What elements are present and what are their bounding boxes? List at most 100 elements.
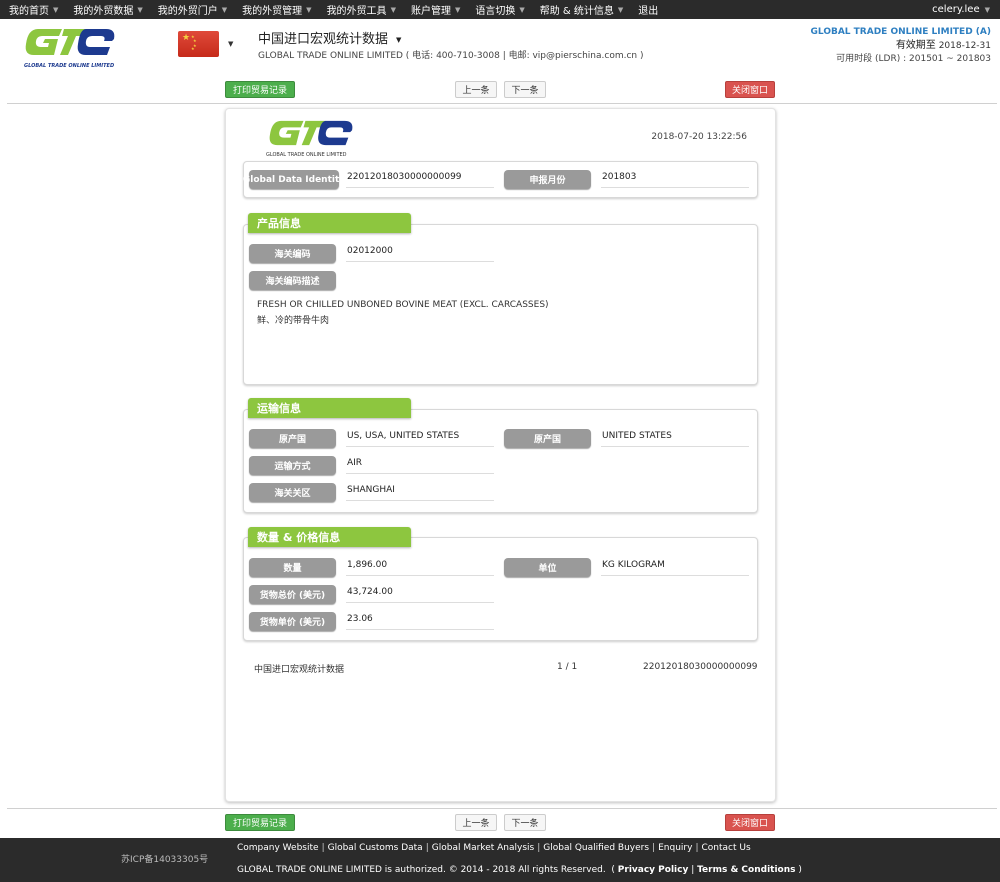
transport-mode-label: 运输方式 [249,456,336,475]
close-window-button[interactable]: 关闭窗口 [725,81,775,98]
valid-until-date: 2018-12-31 [938,41,991,51]
copyright: GLOBAL TRADE ONLINE LIMITED is authorize… [237,865,802,875]
document-source: 中国进口宏观统计数据 [254,665,345,675]
username: celery.lee [932,4,980,15]
nav-label: 语言切换 [475,6,516,17]
document-logo: GLOBAL TRADE ONLINE LIMITED [266,119,356,158]
nav-label: 我的外贸管理 [242,6,303,17]
prev-record-button-bottom[interactable]: 上一条 [455,814,497,831]
top-nav-bar: 我的首页 ▼ 我的外贸数据 ▼ 我的外贸门户 ▼ 我的外贸管理 ▼ 我的外贸工具 ▼ 账户… [0,0,1000,19]
period-value: 201501 ~ 201803 [909,54,991,64]
separator: | [652,843,656,853]
separator: | [321,843,325,853]
company-contact: GLOBAL TRADE ONLINE LIMITED ( 电话: 400-71… [258,51,644,61]
prev-record-button[interactable]: 上一条 [455,81,497,98]
nav-label: 账户管理 [410,6,451,17]
nav-item-logout[interactable]: 退出 [629,0,664,19]
account-company: GLOBAL TRADE ONLINE LIMITED (A) [810,27,991,37]
print-record-button[interactable]: 打印贸易记录 [225,81,295,98]
chevron-down-icon: ▼ [221,5,228,14]
site-footer: 苏ICP备14033305号 Company Website | Global Cu… [0,838,1000,882]
quantity-price-box: 数量 1,896.00 单位 KG KILOGRAM 货物总价 (美元) 43,… [243,537,758,641]
nav-item-trade-tools[interactable]: 我的外贸工具 ▼ [318,0,402,19]
gto-logo-mark [25,29,115,55]
unit-value: KG KILOGRAM [601,560,749,576]
copyright-text: GLOBAL TRADE ONLINE LIMITED is authorize… [237,865,606,875]
header: GLOBAL TRADE ONLINE LIMITED ★ ★ ★ ★ ★ ▼ … [0,19,1000,73]
origin-country-2-label: 原产国 [504,429,591,448]
record-document: GLOBAL TRADE ONLINE LIMITED 2018-07-20 1… [225,108,776,802]
divider [7,808,997,809]
nav-label: 我的首页 [9,6,49,17]
gdi-label: Global Data Identity [243,170,345,189]
gdi-value: 22012018030000000099 [346,172,494,188]
terms-link[interactable]: Terms & Conditions [697,865,795,875]
nav-item-home[interactable]: 我的首页 ▼ [0,0,64,19]
customs-district-label: 海关关区 [249,483,336,502]
section-tab-quantity-price: 数量 & 价格信息 [248,527,411,547]
chevron-down-icon: ▼ [519,5,525,14]
total-value-value: 43,724.00 [346,587,494,603]
close-window-button-bottom[interactable]: 关闭窗口 [725,814,775,831]
declaration-month-label: 申报月份 [504,170,591,189]
china-flag-icon[interactable]: ★ ★ ★ ★ ★ [178,31,219,57]
chevron-down-icon: ▼ [454,5,461,14]
top-action-bar: 打印贸易记录 上一条 下一条 关闭窗口 [0,80,1000,105]
document-page-number: 1 / 1 [557,662,578,672]
record-timestamp: 2018-07-20 13:22:56 [651,132,747,142]
quantity-label: 数量 [249,558,336,577]
section-tab-transport: 运输信息 [248,398,411,418]
nav-item-trade-data[interactable]: 我的外贸数据 ▼ [64,0,148,19]
valid-until-label: 有效期至 [895,40,936,51]
footer-link-market-analysis[interactable]: Global Market Analysis [432,843,534,853]
divider [7,103,997,104]
unit-price-value: 23.06 [346,614,494,630]
nav-item-account[interactable]: 账户管理 ▼ [402,0,466,19]
origin-country-2-value: UNITED STATES [601,431,749,447]
flag-dropdown-caret-icon[interactable]: ▼ [228,40,233,48]
unit-label: 单位 [504,558,591,577]
separator: | [695,843,699,853]
chevron-down-icon: ▼ [617,5,624,14]
gto-logo-mark [269,120,353,146]
nav-item-trade-portal[interactable]: 我的外贸门户 ▼ [149,0,233,19]
chevron-down-icon: ▼ [53,5,59,14]
separator: | [537,843,541,853]
nav-item-help-stats[interactable]: 帮助 & 统计信息 ▼ [531,0,630,19]
next-record-button[interactable]: 下一条 [504,81,546,98]
chevron-down-icon: ▼ [137,5,143,14]
nav-label: 帮助 & 统计信息 [539,6,614,17]
gto-logo[interactable]: GLOBAL TRADE ONLINE LIMITED [24,27,116,69]
icp-license[interactable]: 苏ICP备14033305号 [121,852,208,865]
transport-info-box: 原产国 US, USA, UNITED STATES 原产国 UNITED ST… [243,409,758,513]
origin-country-label: 原产国 [249,429,336,448]
user-menu[interactable]: celery.lee ▼ [932,0,990,19]
chevron-down-icon: ▼ [396,35,402,44]
footer-link-qualified-buyers[interactable]: Global Qualified Buyers [543,843,649,853]
identity-box: Global Data Identity 2201201803000000009… [243,161,758,198]
privacy-policy-link[interactable]: Privacy Policy [618,865,689,875]
chevron-down-icon: ▼ [390,5,396,14]
nav-item-trade-management[interactable]: 我的外贸管理 ▼ [233,0,317,19]
total-value-label: 货物总价 (美元) [249,585,336,604]
logo-tagline: GLOBAL TRADE ONLINE LIMITED [266,152,347,158]
section-tab-product: 产品信息 [248,213,411,233]
footer-link-contact-us[interactable]: Contact Us [701,843,750,853]
unit-price-label: 货物单价 (美元) [249,612,336,631]
title-text: 中国进口宏观统计数据 [258,32,389,47]
nav-item-language[interactable]: 语言切换 ▼ [466,0,530,19]
declaration-month-value: 201803 [601,172,749,188]
footer-link-enquiry[interactable]: Enquiry [658,843,692,853]
hs-desc-cn: 鲜、冷的带骨牛肉 [257,316,330,326]
account-info: GLOBAL TRADE ONLINE LIMITED (A) 有效期至 201… [811,26,991,66]
customs-district-value: SHANGHAI [346,485,494,501]
print-record-button-bottom[interactable]: 打印贸易记录 [225,814,295,831]
hs-desc-label: 海关编码描述 [249,271,336,290]
nav-label: 我的外贸门户 [157,6,218,17]
origin-country-value: US, USA, UNITED STATES [346,431,494,447]
transport-mode-value: AIR [346,458,494,474]
page-title[interactable]: 中国进口宏观统计数据 ▼ [258,28,401,47]
footer-link-company-website[interactable]: Company Website [237,843,319,853]
footer-link-customs-data[interactable]: Global Customs Data [328,843,423,853]
next-record-button-bottom[interactable]: 下一条 [504,814,546,831]
